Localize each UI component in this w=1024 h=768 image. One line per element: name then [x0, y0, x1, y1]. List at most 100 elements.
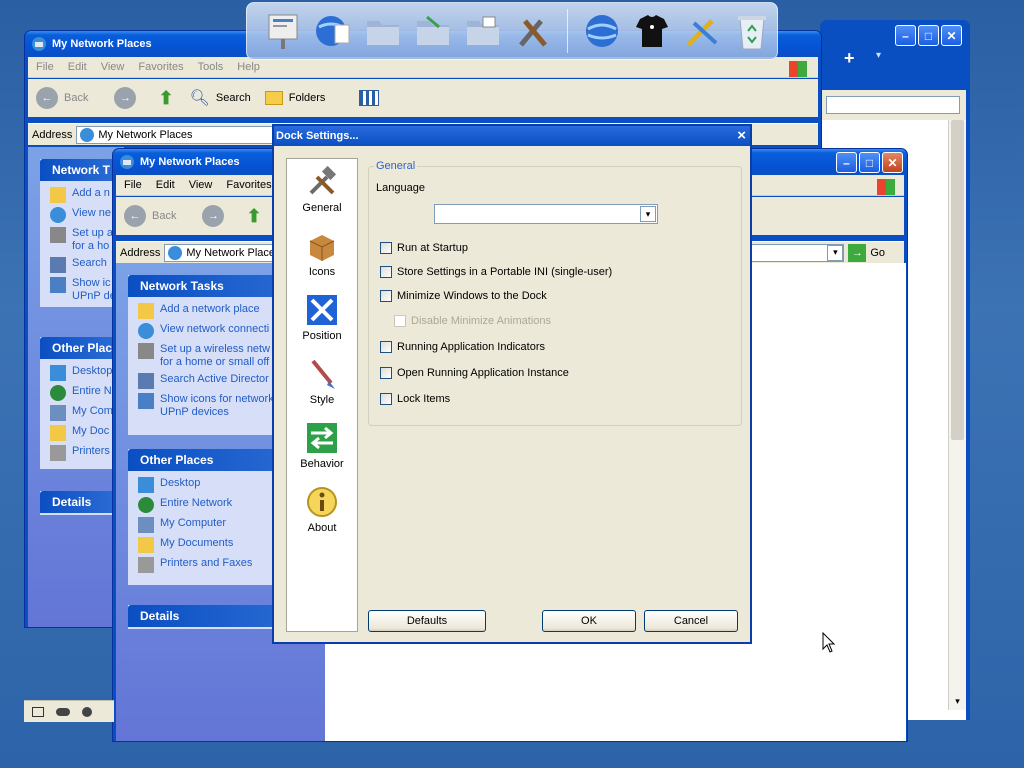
minimize-to-dock-checkbox[interactable]: Minimize Windows to the Dock [380, 290, 547, 302]
task-add[interactable]: Add a n [50, 187, 114, 203]
cancel-button[interactable]: Cancel [644, 610, 738, 632]
checkbox-box[interactable] [380, 367, 392, 379]
minimize-button[interactable]: – [895, 25, 916, 46]
address-field[interactable]: My Network Places [76, 125, 277, 144]
folders-button-label[interactable]: Folders [289, 92, 326, 104]
search-icon[interactable]: 🔍︎ [190, 88, 210, 108]
task-setup[interactable]: Set up a for a ho [50, 227, 114, 253]
task-view[interactable]: View ne [50, 207, 114, 223]
address-label: Address [120, 246, 161, 259]
dialog-titlebar[interactable]: Dock Settings... × [274, 126, 750, 146]
defaults-button[interactable]: Defaults [368, 610, 486, 632]
checkbox-box[interactable] [380, 341, 392, 353]
views-icon[interactable] [359, 90, 380, 106]
menu-file[interactable]: File [36, 61, 54, 73]
close-icon[interactable]: × [737, 127, 746, 144]
checkbox-box[interactable] [380, 290, 392, 302]
address-value: My Network Place [186, 246, 275, 259]
ok-button[interactable]: OK [542, 610, 636, 632]
menu-help[interactable]: Help [237, 61, 260, 73]
address-value: My Network Places [98, 128, 193, 141]
globe-document-icon[interactable] [311, 9, 355, 53]
network-places-icon [168, 245, 183, 260]
folder-icon[interactable] [361, 9, 405, 53]
place-printers[interactable]: Printers [50, 445, 114, 461]
nav-style[interactable]: Style [287, 357, 357, 406]
menu-file[interactable]: File [124, 179, 142, 191]
disc-icon[interactable] [82, 706, 92, 717]
back-label[interactable]: Back [152, 210, 176, 222]
lock-items-checkbox[interactable]: Lock Items [380, 393, 450, 405]
browser-url-field[interactable] [826, 96, 960, 114]
cloud-icon[interactable] [56, 707, 70, 716]
recycle-bin-icon[interactable] [730, 9, 774, 53]
nav-about[interactable]: About [287, 485, 357, 534]
menu-view[interactable]: View [101, 61, 125, 73]
nav-position[interactable]: Position [287, 293, 357, 342]
dialog-title: Dock Settings... [276, 130, 359, 142]
vertical-scrollbar[interactable]: ▾ [948, 120, 966, 710]
maximize-button[interactable]: □ [918, 25, 939, 46]
minimize-button[interactable]: – [836, 152, 857, 173]
back-arrow-icon[interactable]: ← [36, 87, 58, 109]
place-computer[interactable]: My Com [50, 405, 114, 421]
back-label[interactable]: Back [64, 92, 88, 104]
nav-behavior[interactable]: Behavior [287, 421, 357, 470]
close-button[interactable]: ✕ [882, 152, 903, 173]
tab-dropdown-icon[interactable]: ▾ [876, 50, 881, 61]
up-folder-icon[interactable]: ⬆ [246, 206, 261, 227]
portable-ini-checkbox[interactable]: Store Settings in a Portable INI (single… [380, 266, 612, 278]
forward-arrow-icon[interactable]: → [114, 87, 137, 109]
go-button[interactable]: Go [870, 247, 885, 259]
globe-icon[interactable] [580, 9, 624, 53]
tools-icon[interactable] [511, 9, 555, 53]
run-at-startup-checkbox[interactable]: Run at Startup [380, 242, 468, 254]
presentation-icon[interactable] [261, 9, 305, 53]
checkbox-box[interactable] [380, 266, 392, 278]
scroll-down-arrow[interactable]: ▾ [951, 696, 964, 710]
go-arrow-icon[interactable]: → [848, 243, 867, 262]
checkbox-box[interactable] [380, 393, 392, 405]
open-running-instance-checkbox[interactable]: Open Running Application Instance [380, 367, 569, 379]
folders-icon[interactable] [264, 91, 283, 105]
nav-icons[interactable]: Icons [287, 229, 357, 278]
nav-general[interactable]: General [287, 165, 357, 214]
chevron-down-icon[interactable]: ▾ [827, 244, 844, 261]
scrollbar-thumb[interactable] [951, 120, 964, 440]
menu-tools[interactable]: Tools [198, 61, 224, 73]
settings-tools-icon[interactable] [680, 9, 724, 53]
up-folder-icon[interactable]: ⬆ [158, 88, 173, 109]
folder-icon[interactable] [461, 9, 505, 53]
menu-favorites[interactable]: Favorites [226, 179, 271, 191]
language-select[interactable]: ▾ [434, 204, 658, 224]
forward-arrow-icon[interactable]: → [202, 205, 225, 227]
place-documents[interactable]: My Doc [50, 425, 114, 441]
dock-settings-dialog: Dock Settings... × General Icons Positio… [272, 124, 752, 644]
running-indicators-checkbox[interactable]: Running Application Indicators [380, 341, 545, 353]
menu-edit[interactable]: Edit [68, 61, 87, 73]
category-list: General Icons Position Style Behavior Ab… [286, 158, 358, 632]
network-places-icon [80, 127, 95, 142]
close-button[interactable]: ✕ [941, 25, 962, 46]
checkbox-box[interactable] [380, 242, 392, 254]
task-search[interactable]: Search [50, 257, 114, 273]
window-icon[interactable] [32, 706, 44, 717]
tshirt-icon[interactable] [630, 9, 674, 53]
back-arrow-icon[interactable]: ← [124, 205, 146, 227]
menu-view[interactable]: View [189, 179, 213, 191]
browser-toolbar [820, 90, 966, 120]
position-arrows-icon [307, 295, 337, 325]
chevron-down-icon[interactable]: ▾ [640, 206, 656, 222]
menu-favorites[interactable]: Favorites [138, 61, 183, 73]
place-network[interactable]: Entire N [50, 385, 114, 401]
search-button-label[interactable]: Search [216, 92, 251, 104]
new-tab-button[interactable]: + [844, 48, 855, 69]
place-desktop[interactable]: Desktop [50, 365, 114, 381]
folder-icon[interactable] [411, 9, 455, 53]
disable-minimize-animations-checkbox: Disable Minimize Animations [394, 315, 551, 327]
task-show[interactable]: Show ic UPnP de [50, 277, 116, 303]
mouse-cursor-icon [822, 632, 836, 653]
maximize-button[interactable]: □ [859, 152, 880, 173]
checkbox-box [394, 315, 406, 327]
menu-edit[interactable]: Edit [156, 179, 175, 191]
